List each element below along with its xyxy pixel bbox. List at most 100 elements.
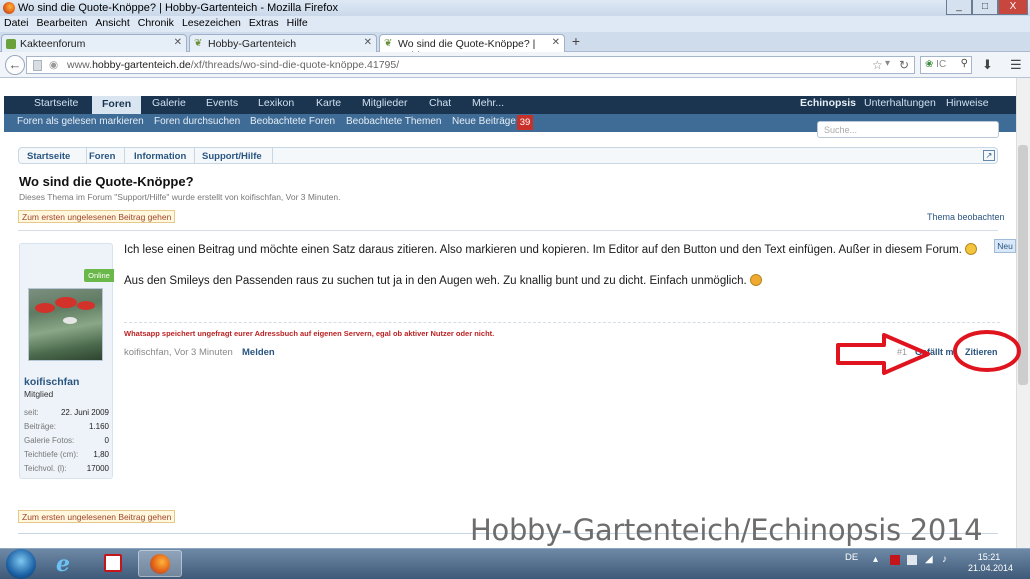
- dropdown-icon[interactable]: ▾: [885, 58, 890, 69]
- nav-karte[interactable]: Karte: [316, 97, 341, 109]
- user-stat-row: Beiträge: 1.160: [24, 422, 109, 431]
- avatar[interactable]: [28, 288, 103, 361]
- download-icon[interactable]: ⬇: [982, 57, 993, 73]
- nav-user-echinopsis[interactable]: Echinopsis: [800, 97, 856, 109]
- tab-current-thread[interactable]: ❦ Wo sind die Quote-Knöppe? | Hobby... ✕: [379, 34, 565, 62]
- report-link[interactable]: Melden: [242, 347, 275, 358]
- search-icon[interactable]: ⚲: [961, 58, 968, 69]
- menu-datei[interactable]: Datei: [0, 16, 33, 30]
- url-path: /xf/threads/wo-sind-die-quote-knöppe.417…: [190, 59, 400, 71]
- first-unread-button[interactable]: Zum ersten ungelesenen Beitrag gehen: [18, 210, 176, 223]
- minimize-button[interactable]: _: [946, 0, 972, 15]
- highlight-circle: [953, 330, 1021, 372]
- url-bar[interactable]: ◉ www.hobby-gartenteich.de/xf/threads/wo…: [26, 56, 915, 74]
- nav-foren[interactable]: Foren: [92, 96, 142, 114]
- nav-lexikon[interactable]: Lexikon: [258, 97, 294, 109]
- tray-speaker-icon[interactable]: ◢: [925, 554, 933, 565]
- close-tab-icon[interactable]: ✕: [552, 37, 560, 48]
- username[interactable]: koifischfan: [24, 376, 79, 388]
- plant-favicon-icon: ❦: [194, 38, 203, 49]
- subnav-watched-forums[interactable]: Beobachtete Foren: [250, 116, 335, 127]
- online-badge: Online: [84, 269, 114, 282]
- tab-bar: Kakteenforum ✕ ❦ Hobby-Gartenteich ✕ ❦ W…: [0, 32, 1030, 62]
- breadcrumb-information[interactable]: Information: [134, 151, 186, 162]
- menubar: Datei Bearbeiten Ansicht Chronik Lesezeichen…: [0, 16, 1030, 32]
- breadcrumb: Startseite Foren Information Support/Hil…: [18, 147, 998, 164]
- forum-main-nav: Startseite Foren Galerie Events Lexikon …: [4, 96, 1016, 114]
- thread-meta: Dieses Thema im Forum "Support/Hilfe" wu…: [19, 192, 341, 202]
- ie-icon[interactable]: e: [46, 550, 90, 577]
- breadcrumb-startseite[interactable]: Startseite: [27, 151, 70, 162]
- window-title: Wo sind die Quote-Knöppe? | Hobby-Garten…: [18, 2, 338, 14]
- menu-extras[interactable]: Extras: [245, 16, 283, 30]
- reload-icon[interactable]: ↻: [899, 58, 909, 72]
- first-unread-button-bottom[interactable]: Zum ersten ungelesenen Beitrag gehen: [18, 510, 176, 523]
- url-prefix: www.: [67, 59, 93, 71]
- tab-kakteenforum[interactable]: Kakteenforum ✕: [1, 34, 187, 52]
- url-domain: hobby-gartenteich.de: [92, 59, 191, 71]
- browser-search-box[interactable]: ❀ IC ⚲: [920, 56, 972, 74]
- menu-bearbeiten[interactable]: Bearbeiten: [33, 16, 92, 30]
- tab-label: Kakteenforum: [20, 38, 86, 50]
- tab-hobby-gartenteich[interactable]: ❦ Hobby-Gartenteich ✕: [189, 34, 377, 52]
- taskbar-clock[interactable]: 15:21 21.04.2014: [968, 552, 1014, 574]
- close-window-button[interactable]: X: [998, 0, 1028, 15]
- user-stat-row: seit: 22. Juni 2009: [24, 408, 109, 417]
- user-stat-row: Teichvol. (l): 17000: [24, 464, 109, 473]
- new-tab-button[interactable]: +: [567, 34, 585, 50]
- menu-icon[interactable]: ☰: [1010, 57, 1022, 73]
- subnav-new-posts[interactable]: Neue Beiträge: [452, 116, 516, 127]
- tray-app-icon[interactable]: [890, 555, 900, 565]
- kakteen-favicon-icon: [6, 39, 16, 49]
- breadcrumb-foren[interactable]: Foren: [89, 151, 115, 162]
- acrobat-icon[interactable]: [92, 550, 136, 577]
- arrow-shape: [836, 333, 930, 375]
- external-link-icon[interactable]: ↗: [983, 150, 995, 161]
- user-title: Mitglied: [24, 389, 54, 399]
- search-engine-icon: ❀: [925, 59, 934, 70]
- clock-date: 21.04.2014: [968, 563, 1014, 573]
- subnav-watched-threads[interactable]: Beobachtete Themen: [346, 116, 441, 127]
- nav-hinweise[interactable]: Hinweise: [946, 97, 989, 109]
- back-arrow-icon[interactable]: ←: [5, 55, 25, 75]
- close-tab-icon[interactable]: ✕: [174, 37, 182, 48]
- nav-mehr[interactable]: Mehr...: [472, 97, 504, 109]
- nav-unterhaltungen[interactable]: Unterhaltungen: [864, 97, 936, 109]
- annotation-arrow: [836, 330, 1021, 375]
- tray-arrow-icon[interactable]: ▴: [873, 554, 878, 565]
- close-tab-icon[interactable]: ✕: [364, 37, 372, 48]
- forum-search-input[interactable]: Suche...: [817, 121, 999, 138]
- menu-lesezeichen[interactable]: Lesezeichen: [178, 16, 245, 30]
- star-icon[interactable]: ☆: [872, 58, 883, 72]
- breadcrumb-support[interactable]: Support/Hilfe: [202, 151, 262, 162]
- post-author-time[interactable]: koifischfan, Vor 3 Minuten: [124, 347, 233, 358]
- post-paragraph: Ich lese einen Beitrag und möchte einen …: [124, 243, 977, 256]
- tab-label: Hobby-Gartenteich: [208, 38, 297, 50]
- tray-network-icon[interactable]: [907, 555, 917, 565]
- smiley-icon: [749, 274, 762, 286]
- nav-galerie[interactable]: Galerie: [152, 97, 186, 109]
- subnav-mark-read[interactable]: Foren als gelesen markieren: [17, 116, 144, 127]
- nav-mitglieder[interactable]: Mitglieder: [362, 97, 408, 109]
- windows-start-icon[interactable]: [6, 549, 36, 579]
- watch-thread-link[interactable]: Thema beobachten: [927, 212, 1005, 222]
- search-placeholder: IC: [936, 59, 947, 70]
- maximize-button[interactable]: □: [972, 0, 998, 15]
- new-tag: Neu: [994, 239, 1016, 253]
- globe-icon: ◉: [49, 59, 59, 71]
- nav-chat[interactable]: Chat: [429, 97, 451, 109]
- nav-events[interactable]: Events: [206, 97, 238, 109]
- user-stat-row: Teichtiefe (cm): 1,80: [24, 450, 109, 459]
- firefox-icon[interactable]: [138, 550, 182, 577]
- menu-chronik[interactable]: Chronik: [134, 16, 178, 30]
- nav-startseite[interactable]: Startseite: [34, 97, 78, 109]
- thread-title: Wo sind die Quote-Knöppe?: [19, 174, 194, 189]
- menu-hilfe[interactable]: Hilfe: [283, 16, 312, 30]
- subnav-search-forums[interactable]: Foren durchsuchen: [154, 116, 240, 127]
- menu-ansicht[interactable]: Ansicht: [91, 16, 133, 30]
- tray-volume-icon[interactable]: ♪: [942, 554, 947, 565]
- watermark-text: Hobby-Gartenteich/Echinopsis 2014: [470, 513, 983, 547]
- tray-language[interactable]: DE: [845, 552, 858, 563]
- firefox-logo-icon: [3, 2, 15, 14]
- post-signature: Whatsapp speichert ungefragt eurer Adres…: [124, 329, 495, 338]
